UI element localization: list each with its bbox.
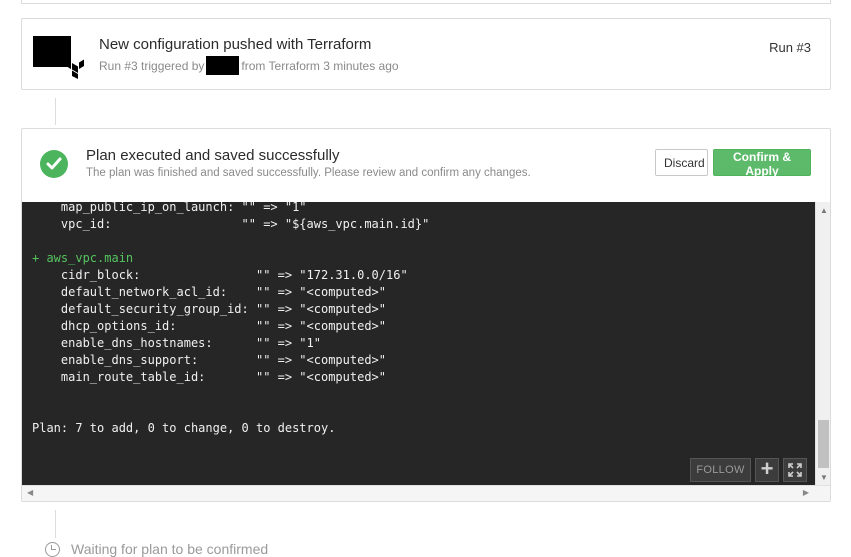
terminal-line: dhcp_options_id: "" => "<computed>": [32, 319, 387, 333]
terminal-line: + aws_vpc.main: [32, 251, 134, 265]
fullscreen-icon[interactable]: [783, 458, 807, 482]
run-number[interactable]: Run #3: [769, 40, 811, 55]
scroll-left-icon[interactable]: ◀: [27, 488, 33, 497]
run-header-card: New configuration pushed with Terraform …: [21, 18, 831, 90]
terraform-logo-icon: [65, 59, 84, 79]
terminal-line: map_public_ip_on_launch: "" => "1": [32, 202, 307, 214]
terminal-line: default_network_acl_id: "" => "<computed…: [32, 285, 387, 299]
redacted-username: [206, 56, 240, 75]
plan-title: Plan executed and saved successfully: [86, 147, 340, 164]
plan-card: Plan executed and saved successfully The…: [21, 128, 831, 502]
plus-button[interactable]: +: [755, 458, 779, 482]
run-subtitle-suffix: from Terraform 3 minutes ago: [241, 58, 399, 73]
horizontal-scrollbar[interactable]: ◀ ▶: [22, 485, 830, 501]
terminal-line: default_security_group_id: "" => "<compu…: [32, 302, 387, 316]
check-circle-icon: [40, 150, 68, 178]
clock-icon: [45, 541, 60, 557]
follow-button[interactable]: FOLLOW: [690, 458, 751, 482]
terminal-line: cidr_block: "" => "172.31.0.0/16": [32, 268, 408, 282]
confirm-apply-button[interactable]: Confirm & Apply: [713, 149, 811, 178]
terminal-output: map_public_ip_on_launch: "" => "1" vpc_i…: [32, 202, 429, 437]
terminal-line: enable_dns_hostnames: "" => "1": [32, 336, 321, 350]
waiting-status: Waiting for plan to be confirmed: [45, 541, 268, 557]
timeline-connector: [55, 98, 56, 125]
timeline-connector: [55, 510, 56, 538]
discard-button[interactable]: Discard: [655, 149, 708, 176]
terminal-line: Plan: 7 to add, 0 to change, 0 to destro…: [32, 421, 336, 435]
scroll-up-icon[interactable]: ▲: [820, 206, 828, 215]
scrollbar-thumb[interactable]: [818, 420, 829, 468]
plan-subtitle: The plan was finished and saved successf…: [86, 167, 531, 179]
run-subtitle: Run #3 triggered by from Terraform 3 min…: [99, 56, 399, 75]
previous-event-card: [21, 0, 831, 4]
scroll-right-icon[interactable]: ▶: [803, 488, 809, 497]
plan-output-terminal[interactable]: map_public_ip_on_launch: "" => "1" vpc_i…: [22, 202, 830, 485]
terminal-line: vpc_id: "" => "${aws_vpc.main.id}": [32, 217, 430, 231]
terminal-line: main_route_table_id: "" => "<computed>": [32, 370, 387, 384]
run-title: New configuration pushed with Terraform: [99, 36, 372, 53]
run-subtitle-prefix: Run #3 triggered by: [99, 58, 205, 73]
terminal-line: enable_dns_support: "" => "<computed>": [32, 353, 387, 367]
scroll-down-icon[interactable]: ▼: [820, 473, 828, 482]
vertical-scrollbar[interactable]: ▲ ▼: [815, 202, 830, 485]
waiting-text: Waiting for plan to be confirmed: [71, 541, 269, 557]
